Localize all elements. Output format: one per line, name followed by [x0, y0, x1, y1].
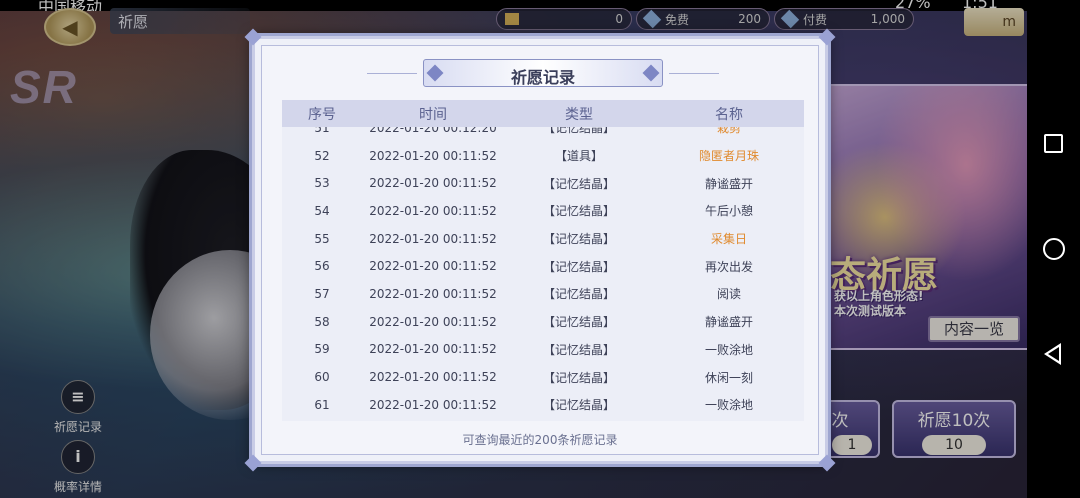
row-time: 2022-01-20 00:11:52: [369, 148, 497, 163]
row-name: 静谧盛开: [704, 176, 753, 191]
row-type: 【道具】: [554, 149, 603, 164]
row-name: 一败涂地: [704, 398, 753, 413]
row-index: 57: [314, 286, 330, 301]
row-type: 【记忆结晶】: [542, 315, 615, 330]
row-index: 51: [314, 127, 330, 135]
title-divider-right: [669, 73, 719, 74]
row-time: 2022-01-20 00:11:52: [369, 314, 497, 329]
recents-icon[interactable]: [1044, 134, 1063, 153]
table-row: 55 2022-01-20 00:11:52 【记忆结晶】 采集日: [282, 225, 804, 253]
column-header-time: 时间: [419, 106, 447, 123]
wish-history-dialog: 祈愿记录 序号 时间 类型 名称 51 2022-01-20 00:12:20 【记…: [244, 28, 836, 472]
column-header-index: 序号: [308, 106, 336, 123]
row-type: 【记忆结晶】: [542, 176, 615, 191]
row-index: 60: [314, 370, 330, 385]
row-index: 53: [314, 176, 330, 191]
row-name: 栽剪: [716, 127, 741, 136]
table-header: 序号 时间 类型 名称: [282, 100, 804, 127]
row-time: 2022-01-20 00:11:52: [369, 203, 497, 218]
dialog-title-plate: 祈愿记录: [423, 59, 663, 87]
row-name: 静谧盛开: [704, 315, 753, 330]
row-type: 【记忆结晶】: [542, 232, 615, 247]
table-row: 56 2022-01-20 00:11:52 【记忆结晶】 再次出发: [282, 252, 804, 280]
row-time: 2022-01-20 00:11:52: [369, 342, 497, 357]
wish-history-table[interactable]: 序号 时间 类型 名称 51 2022-01-20 00:12:20 【记忆结晶】 栽…: [282, 100, 804, 421]
table-body[interactable]: 51 2022-01-20 00:12:20 【记忆结晶】 栽剪 52 2022-01-2…: [282, 127, 804, 421]
row-type: 【记忆结晶】: [542, 342, 615, 357]
dialog-title: 祈愿记录: [510, 68, 575, 87]
table-row: 57 2022-01-20 00:11:52 【记忆结晶】 阅读: [282, 280, 804, 308]
row-name: 再次出发: [704, 259, 753, 274]
row-index: 54: [314, 203, 330, 218]
row-index: 58: [314, 314, 330, 329]
row-time: 2022-01-20 00:11:52: [369, 231, 497, 246]
row-name: 阅读: [716, 287, 741, 302]
table-row: 53 2022-01-20 00:11:52 【记忆结晶】 静谧盛开: [282, 169, 804, 197]
row-index: 59: [314, 342, 330, 357]
row-type: 【记忆结晶】: [542, 287, 615, 302]
table-row: 61 2022-01-20 00:11:52 【记忆结晶】 一败涂地: [282, 391, 804, 419]
android-nav-bar: [1027, 0, 1080, 498]
row-time: 2022-01-20 00:11:52: [369, 397, 497, 412]
row-time: 2022-01-20 00:11:52: [369, 259, 497, 274]
row-time: 2022-01-20 00:11:52: [369, 370, 497, 385]
row-name: 午后小憩: [704, 204, 753, 219]
row-time: 2022-01-20 00:11:52: [369, 286, 497, 301]
row-index: 52: [314, 148, 330, 163]
row-time: 2022-01-20 00:11:52: [369, 176, 497, 191]
row-name: 休闲一刻: [704, 370, 753, 385]
row-name: 一败涂地: [704, 342, 753, 357]
row-time: 2022-01-20 00:12:20: [369, 127, 497, 135]
row-type: 【记忆结晶】: [542, 204, 615, 219]
title-divider-left: [367, 73, 417, 74]
row-name: 隐匿者月珠: [698, 149, 759, 164]
row-name: 采集日: [710, 232, 747, 247]
column-header-type: 类型: [565, 106, 593, 123]
row-type: 【记忆结晶】: [542, 259, 615, 274]
row-type: 【记忆结晶】: [542, 370, 615, 385]
row-index: 55: [314, 231, 330, 246]
row-index: 61: [314, 397, 330, 412]
row-type: 【记忆结晶】: [542, 127, 615, 136]
back-icon-inner: [1048, 347, 1059, 361]
home-icon[interactable]: [1043, 238, 1065, 260]
column-header-name: 名称: [715, 106, 743, 123]
table-row: 54 2022-01-20 00:11:52 【记忆结晶】 午后小憩: [282, 197, 804, 225]
history-limit-note: 可查询最近的200条祈愿记录: [462, 433, 618, 447]
table-row: 51 2022-01-20 00:12:20 【记忆结晶】 栽剪: [282, 127, 804, 142]
table-row: 52 2022-01-20 00:11:52 【道具】 隐匿者月珠: [282, 142, 804, 170]
table-row: 60 2022-01-20 00:11:52 【记忆结晶】 休闲一刻: [282, 363, 804, 391]
table-row: 59 2022-01-20 00:11:52 【记忆结晶】 一败涂地: [282, 336, 804, 364]
table-row: 58 2022-01-20 00:11:52 【记忆结晶】 静谧盛开: [282, 308, 804, 336]
row-type: 【记忆结晶】: [542, 398, 615, 413]
row-index: 56: [314, 259, 330, 274]
